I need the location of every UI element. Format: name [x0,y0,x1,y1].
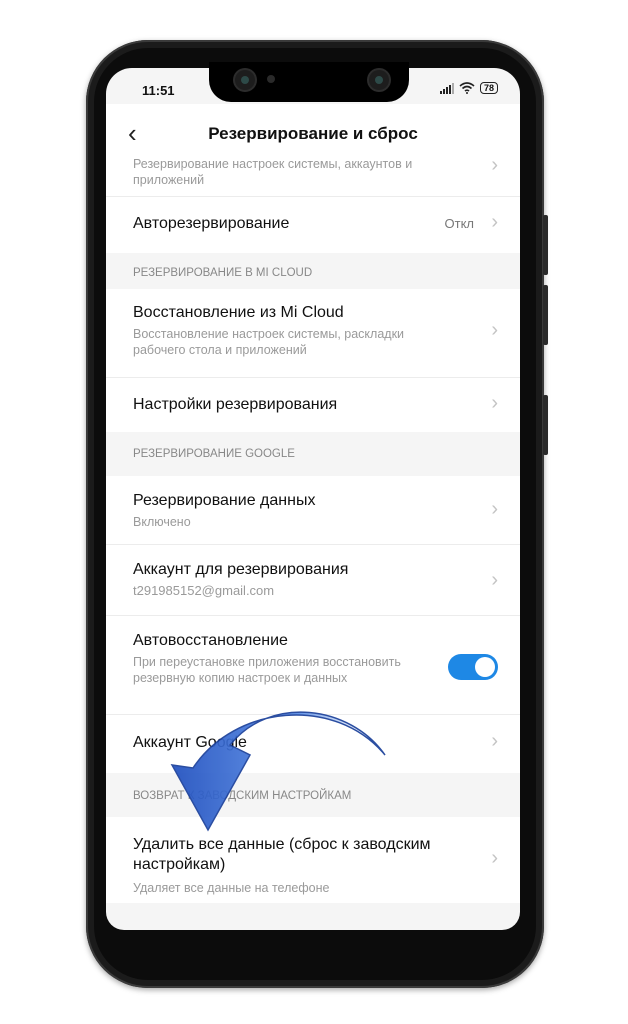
item-subtitle: При переустановке приложения восстановит… [133,655,401,685]
chevron-right-icon: › [491,569,498,591]
chevron-right-icon: › [491,211,498,233]
item-subtitle: t291985152@gmail.com [133,583,275,598]
backup-settings-item[interactable]: Настройки резервирования › [106,378,520,432]
autorestore-toggle[interactable] [448,654,498,680]
status-time: 11:51 [142,83,175,98]
section-header: РЕЗЕРВИРОВАНИЕ В MI CLOUD [106,253,520,289]
chevron-right-icon: › [491,319,498,341]
camera-lens-icon [369,70,389,90]
item-title: Автовосстановление [133,632,288,649]
restore-mi-cloud-item[interactable]: Восстановление из Mi Cloud Восстановлени… [106,289,520,378]
list-item-partial[interactable]: Резервирование настроек системы, аккаунт… [106,154,520,197]
battery-indicator: 78 [479,82,498,94]
volume-down-button [543,285,548,345]
title-bar: ‹ Резервирование и сброс [106,104,520,164]
signal-icon [439,82,454,94]
sensor-dot [267,75,275,83]
item-title: Резервирование данных [133,492,316,509]
volume-up-button [543,215,548,275]
item-subtitle: приложений [133,173,205,187]
autobackup-item[interactable]: Авторезервирование Откл › [106,197,520,253]
toggle-knob [475,657,495,677]
autobackup-value: Откл [444,216,475,231]
camera-lens-icon [235,70,255,90]
section-header: РЕЗЕРВИРОВАНИЕ GOOGLE [106,432,520,476]
item-title: Восстановление из Mi Cloud [133,304,344,321]
curved-arrow-icon [170,711,386,832]
item-subtitle: Включено [133,515,191,529]
power-button [543,395,548,455]
item-title: Аккаунт для резервирования [133,561,349,578]
backup-data-item[interactable]: Резервирование данных Включено › [106,476,520,545]
chevron-right-icon: › [491,498,498,520]
wifi-icon [459,82,475,94]
chevron-right-icon: › [491,392,498,414]
status-icons: 78 [439,82,498,94]
chevron-right-icon: › [491,730,498,752]
chevron-right-icon: › [491,154,498,176]
backup-account-item[interactable]: Аккаунт для резервирования t291985152@gm… [106,545,520,616]
camera-notch [209,62,409,102]
item-title: Настройки резервирования [133,396,338,413]
item-subtitle: Резервирование настроек системы, аккаунт… [133,157,413,171]
chevron-right-icon: › [491,847,498,869]
item-subtitle: Удаляет все данные на телефоне [133,881,330,895]
item-subtitle: Восстановление настроек системы, расклад… [133,327,405,357]
page-title: Резервирование и сброс [208,124,418,143]
